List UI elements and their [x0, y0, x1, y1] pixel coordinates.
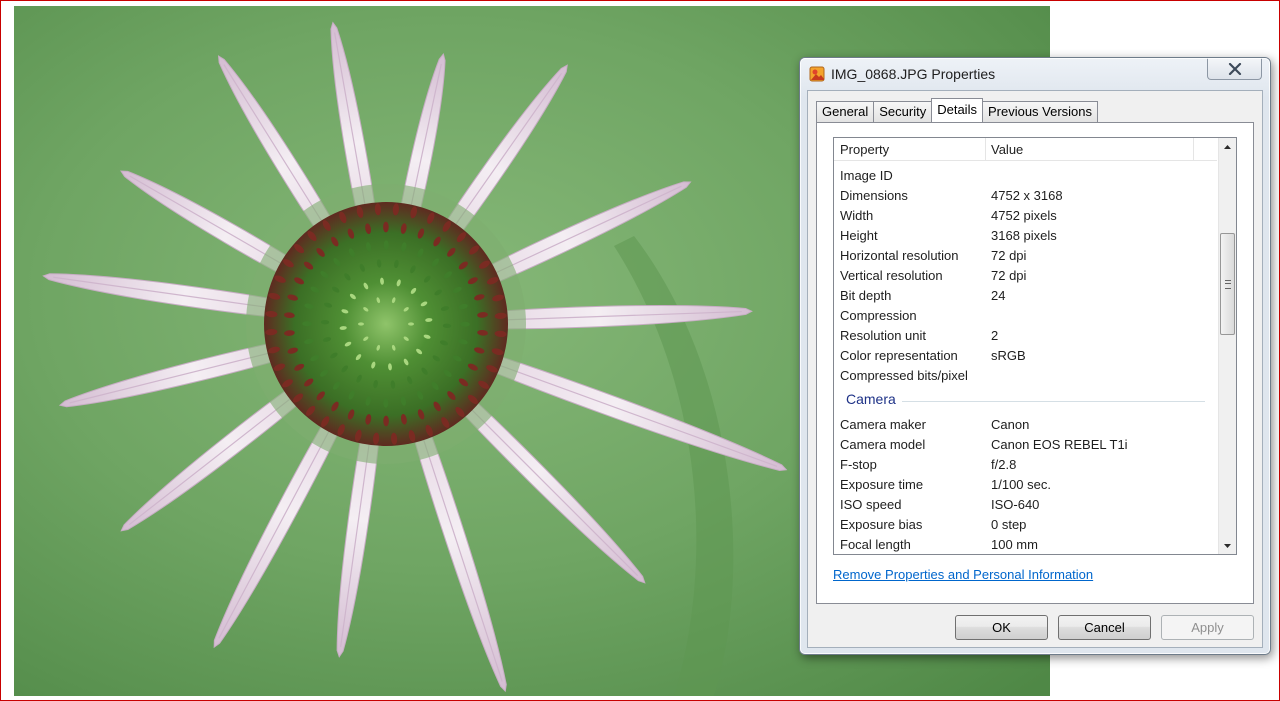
group-header-camera[interactable]: Camera — [834, 388, 1217, 415]
list-row[interactable]: Width 4752 pixels — [834, 206, 1217, 226]
property-name: Image ID — [840, 168, 893, 183]
property-name: Camera model — [840, 437, 926, 452]
list-row[interactable]: Focal length 100 mm — [834, 535, 1217, 554]
property-value: 3168 pixels — [991, 228, 1057, 243]
property-list[interactable]: Property Value Image ID Dimensions 4752 x… — [833, 137, 1237, 555]
list-row[interactable]: F-stop f/2.8 — [834, 455, 1217, 475]
list-row[interactable]: Exposure time 1/100 sec. — [834, 475, 1217, 495]
list-row[interactable]: Compression — [834, 306, 1217, 326]
property-value: 0 step — [991, 517, 1027, 532]
property-value: Canon — [991, 417, 1030, 432]
property-name: Dimensions — [840, 188, 908, 203]
list-row[interactable]: Height 3168 pixels — [834, 226, 1217, 246]
scroll-up-button[interactable] — [1219, 138, 1236, 155]
group-divider — [902, 401, 1205, 402]
tab-security[interactable]: Security — [873, 101, 933, 122]
property-name: Compression — [840, 308, 917, 323]
property-name: Resolution unit — [840, 328, 926, 343]
properties-window: IMG_0868.JPG Properties General Security… — [799, 57, 1271, 655]
property-value: f/2.8 — [991, 457, 1017, 472]
image-file-icon — [809, 66, 825, 82]
cone-spike — [408, 322, 414, 326]
list-row[interactable]: Color representation sRGB — [834, 346, 1217, 366]
list-row[interactable]: Exposure bias 0 step — [834, 515, 1217, 535]
title-bar[interactable]: IMG_0868.JPG Properties — [800, 58, 1270, 90]
grip-icon — [1225, 280, 1231, 289]
property-value: ISO-640 — [991, 497, 1040, 512]
property-name: Color representation — [840, 348, 958, 363]
property-name: Compressed bits/pixel — [840, 368, 968, 383]
property-value: 100 mm — [991, 537, 1038, 552]
apply-button[interactable]: Apply — [1161, 615, 1254, 640]
property-value: sRGB — [991, 348, 1026, 363]
property-name: Exposure time — [840, 477, 924, 492]
property-name: Height — [840, 228, 878, 243]
property-value: Canon EOS REBEL T1i — [991, 437, 1128, 452]
property-name: ISO speed — [840, 497, 902, 512]
arrow-up-icon — [1224, 144, 1231, 149]
list-rows: Image ID Dimensions 4752 x 3168 Width 4752… — [834, 166, 1217, 554]
scroll-thumb[interactable] — [1220, 233, 1235, 335]
cone-spike — [383, 398, 389, 408]
property-value: 72 dpi — [991, 248, 1027, 263]
scroll-down-button[interactable] — [1219, 537, 1236, 554]
cone-spike — [302, 321, 312, 327]
group-label: Camera — [846, 391, 900, 407]
list-row[interactable]: ISO speed ISO-640 — [834, 495, 1217, 515]
cone-spike — [383, 221, 389, 233]
property-name: Exposure bias — [840, 517, 923, 532]
tab-general[interactable]: General — [816, 101, 875, 122]
list-row[interactable]: Bit depth 24 — [834, 286, 1217, 306]
list-row[interactable]: Compressed bits/pixel — [834, 366, 1217, 386]
cancel-button[interactable]: Cancel — [1058, 615, 1151, 640]
details-panel: Property Value Image ID Dimensions 4752 x… — [816, 122, 1254, 604]
tab-previous-versions[interactable]: Previous Versions — [981, 101, 1099, 122]
property-value: 24 — [991, 288, 1006, 303]
list-row[interactable]: Resolution unit 2 — [834, 326, 1217, 346]
property-value: 4752 x 3168 — [991, 188, 1063, 203]
property-name: Bit depth — [840, 288, 892, 303]
cone-spike — [383, 240, 389, 250]
list-row[interactable]: Image ID — [834, 166, 1217, 186]
cone-spike — [358, 322, 364, 326]
column-header-property[interactable]: Property — [834, 138, 986, 160]
property-name: Vertical resolution — [840, 268, 943, 283]
list-row[interactable]: Vertical resolution 72 dpi — [834, 266, 1217, 286]
list-row[interactable]: Camera maker Canon — [834, 415, 1217, 435]
dialog-client-area: General Security Details Previous Versio… — [807, 90, 1263, 648]
column-header-value[interactable]: Value — [985, 138, 1194, 160]
property-name: Camera maker — [840, 417, 926, 432]
vertical-scrollbar[interactable] — [1218, 138, 1236, 554]
property-value: 1/100 sec. — [991, 477, 1051, 492]
property-name: Focal length — [840, 537, 911, 552]
window-title: IMG_0868.JPG Properties — [831, 66, 996, 82]
ok-button[interactable]: OK — [955, 615, 1048, 640]
close-icon — [1228, 62, 1241, 75]
arrow-down-icon — [1224, 543, 1231, 548]
property-value: 72 dpi — [991, 268, 1027, 283]
property-value: 4752 pixels — [991, 208, 1057, 223]
property-name: F-stop — [840, 457, 877, 472]
property-value: 2 — [991, 328, 999, 343]
close-button[interactable] — [1207, 58, 1262, 80]
property-name: Horizontal resolution — [840, 248, 959, 263]
cone-spike — [460, 321, 470, 327]
property-name: Width — [840, 208, 874, 223]
list-row[interactable]: Dimensions 4752 x 3168 — [834, 186, 1217, 206]
remove-properties-link[interactable]: Remove Properties and Personal Informati… — [833, 567, 1093, 582]
tab-strip: General Security Details Previous Versio… — [816, 98, 1099, 122]
cone-spike — [383, 415, 389, 427]
list-header: Property Value — [834, 138, 1217, 161]
tab-details[interactable]: Details — [931, 98, 983, 122]
list-row[interactable]: Horizontal resolution 72 dpi — [834, 246, 1217, 266]
list-row[interactable]: Camera model Canon EOS REBEL T1i — [834, 435, 1217, 455]
